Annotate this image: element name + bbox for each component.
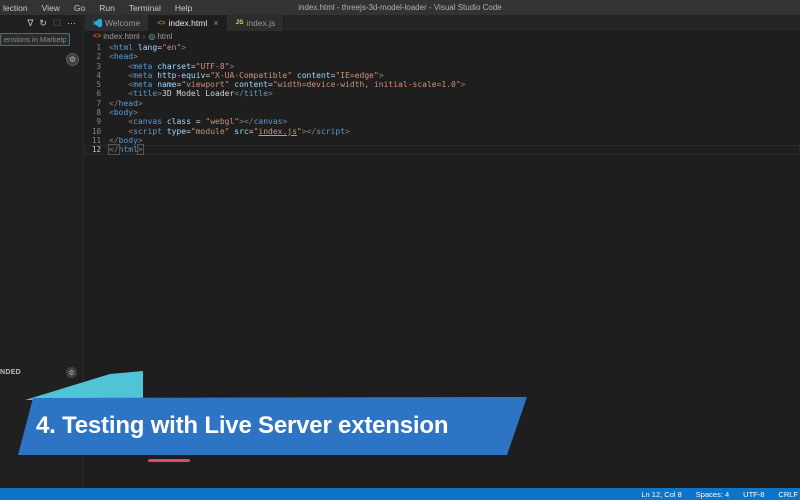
code-text: <head> <box>109 52 138 62</box>
code-line: 11 </body> <box>85 136 800 145</box>
line-number: 7 <box>96 98 101 108</box>
tab-bar: Welcome <> index.html × JS index.js <box>85 15 800 31</box>
extensions-search-input[interactable] <box>0 33 70 46</box>
vscode-logo-icon <box>93 18 102 28</box>
tab-close-icon[interactable]: × <box>213 18 218 28</box>
code-line: 6 <title>3D Model Loader</title> <box>85 89 800 98</box>
code-line: 2 <head> <box>85 52 800 61</box>
window-title: index.html - threejs-3d-model-loader - V… <box>298 3 502 12</box>
status-encoding[interactable]: UTF-8 <box>736 490 771 499</box>
code-text: </body> <box>109 135 143 145</box>
code-line: 1 <html lang="en"> <box>85 43 800 52</box>
line-number: 11 <box>91 135 101 145</box>
menu-item[interactable]: Run <box>92 3 122 13</box>
code-text: <script type="module" src="index.js"></s… <box>128 126 350 136</box>
code-line: 4 <meta http-equiv="X-UA-Compatible" con… <box>85 71 800 80</box>
line-number: 2 <box>96 52 101 62</box>
code-text: <meta charset="UTF-8"> <box>128 61 235 71</box>
status-eol[interactable]: CRLF <box>771 490 800 499</box>
tab-index-js[interactable]: JS index.js <box>227 15 285 31</box>
refresh-icon[interactable]: ↻ <box>37 18 49 28</box>
filter-icon[interactable]: ∇ <box>25 18 35 28</box>
line-number: 1 <box>96 43 101 52</box>
more-actions-icon[interactable]: ⋯ <box>65 18 78 28</box>
banner-underline <box>148 459 190 462</box>
code-text: <meta http-equiv="X-UA-Compatible" conte… <box>128 70 384 80</box>
banner-title: 4. Testing with Live Server extension <box>36 412 449 439</box>
tab-label: Welcome <box>105 18 141 28</box>
code-line: 12 </html> <box>85 144 800 156</box>
cursor-caret <box>142 145 144 154</box>
code-text: </head> <box>109 98 143 108</box>
menu-item[interactable]: View <box>35 3 67 13</box>
html-icon: <> <box>157 19 166 27</box>
code-text: <html lang="en"> <box>109 43 187 52</box>
menu-item[interactable]: lection <box>0 3 35 13</box>
status-bar: Ln 12, Col 8 Spaces: 4 UTF-8 CRLF <box>0 488 800 500</box>
code-line: 5 <meta name="viewport" content="width=d… <box>85 80 800 89</box>
js-icon: JS <box>235 18 244 26</box>
line-number: 8 <box>96 108 101 118</box>
tab-index-html[interactable]: <> index.html × <box>149 15 228 31</box>
tab-label: index.html <box>168 18 208 28</box>
line-number: 12 <box>91 145 101 155</box>
code-line: 8 <body> <box>85 108 800 117</box>
line-number: 9 <box>96 117 101 127</box>
code-line: 3 <meta charset="UTF-8"> <box>85 62 800 71</box>
breadcrumb-label: html <box>157 32 173 41</box>
menu-bar: lection View Go Run Terminal Help index.html … <box>0 0 800 15</box>
code-line: 9 <canvas class = "webgl"></canvas> <box>85 117 800 126</box>
breadcrumb-item[interactable]: ◎ html <box>148 32 172 41</box>
extensions-toolbar: ∇ ↻ ☐ ⋯ <box>0 15 83 31</box>
line-number: 10 <box>91 126 101 136</box>
line-number: 3 <box>96 61 101 71</box>
vscode-window: lection View Go Run Terminal Help index.html … <box>0 0 800 500</box>
code-text: </html> <box>108 144 144 156</box>
html-icon: <> <box>93 33 102 40</box>
gear-icon[interactable]: ⚙ <box>66 53 79 66</box>
breadcrumb: <> index.html › ◎ html <box>85 31 800 42</box>
tab-welcome[interactable]: Welcome <box>85 15 150 31</box>
code-line: 7 </head> <box>85 99 800 108</box>
symbol-icon: ◎ <box>148 31 156 41</box>
slide-banner: 4. Testing with Live Server extension <box>0 368 545 468</box>
line-number: 5 <box>96 80 101 90</box>
code-text: <body> <box>109 108 138 118</box>
status-indentation[interactable]: Spaces: 4 <box>689 490 736 499</box>
breadcrumb-item[interactable]: <> index.html <box>93 32 140 41</box>
menu-item[interactable]: Terminal <box>122 3 168 13</box>
line-number: 4 <box>96 70 101 80</box>
menu-item[interactable]: Help <box>168 3 199 13</box>
status-cursor-position[interactable]: Ln 12, Col 8 <box>634 490 688 499</box>
code-line: 10 <script type="module" src="index.js">… <box>85 127 800 136</box>
clear-icon[interactable]: ☐ <box>51 18 63 28</box>
tab-label: index.js <box>246 18 276 28</box>
code-text: <canvas class = "webgl"></canvas> <box>128 117 288 127</box>
line-number: 6 <box>96 89 101 99</box>
menu-bar-items: lection View Go Run Terminal Help <box>0 3 199 13</box>
chevron-right-icon: › <box>142 32 146 41</box>
code-text: <meta name="viewport" content="width=dev… <box>128 80 466 90</box>
breadcrumb-label: index.html <box>103 32 140 41</box>
code-text: <title>3D Model Loader</title> <box>128 89 273 99</box>
menu-item[interactable]: Go <box>67 3 92 13</box>
